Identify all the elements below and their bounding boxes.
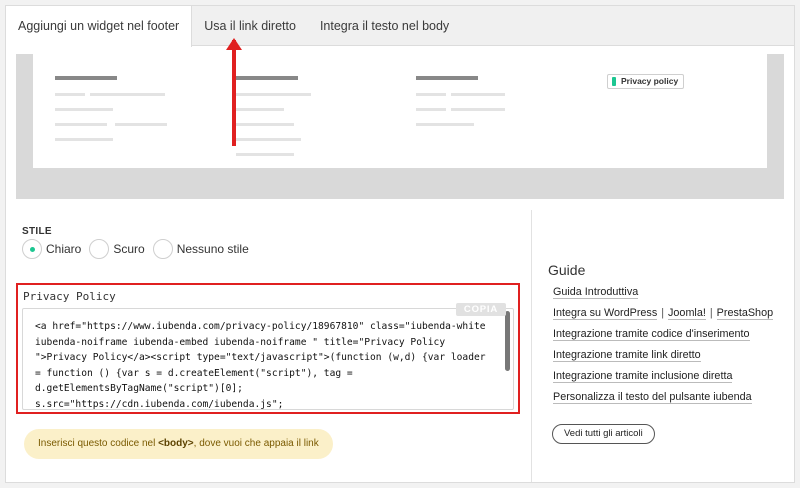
preview-text-line (236, 153, 294, 156)
preview-heading-line (416, 76, 478, 80)
guide-link-joomla[interactable]: Joomla! (668, 307, 706, 320)
guide-item: Integrazione tramite link diretto (553, 345, 773, 366)
preview-text-line (55, 108, 113, 111)
iubenda-logo-icon (611, 77, 617, 86)
annotation-arrow (232, 40, 236, 146)
style-label: STILE (22, 226, 52, 237)
preview-text-line (416, 93, 446, 96)
style-option-nessuno[interactable]: Nessuno stile (152, 239, 249, 259)
preview-text-line (451, 93, 505, 96)
guide-separator: | (709, 307, 713, 319)
privacy-policy-badge: Privacy policy (607, 74, 685, 89)
preview-page: Privacy policy (33, 54, 767, 168)
guide-item: Integrazione tramite codice d'inseriment… (553, 324, 773, 345)
integration-panel: Aggiungi un widget nel footer Usa il lin… (5, 5, 795, 483)
guide-link-embed-code[interactable]: Integrazione tramite codice d'inseriment… (553, 328, 750, 341)
guide-link-direct-inclusion[interactable]: Integrazione tramite inclusione diretta (553, 370, 733, 383)
radio-circle[interactable] (22, 239, 42, 259)
radio-circle[interactable] (89, 239, 110, 259)
preview-text-line (416, 123, 474, 126)
guide-link-prestashop[interactable]: PrestaShop (716, 307, 774, 320)
preview-text-line (115, 123, 167, 126)
hint-body-tag: <body> (158, 438, 194, 449)
style-option-label: Chiaro (46, 242, 82, 256)
preview-text-line (451, 108, 505, 111)
guide-separator: | (661, 307, 665, 319)
style-option-chiaro[interactable]: Chiaro (22, 239, 81, 259)
copy-button[interactable]: COPIA (455, 303, 506, 316)
privacy-policy-badge-label: Privacy policy (621, 76, 679, 86)
preview-heading-line (236, 76, 298, 80)
embed-code-content[interactable]: <a href="https://www.iubenda.com/privacy… (35, 319, 501, 409)
preview-text-line (55, 138, 113, 141)
hint-text-before: Inserisci questo codice nel (38, 438, 159, 449)
guide-item: Integra su WordPress | Joomla! | PrestaShop (553, 303, 774, 324)
tab-direct-link[interactable]: Usa il link diretto (192, 6, 308, 46)
preview-text-line (236, 123, 294, 126)
footer-preview: Privacy policy (16, 54, 784, 199)
preview-text-line (55, 123, 107, 126)
guide-link-customize-button[interactable]: Personalizza il testo del pulsante iuben… (553, 391, 752, 404)
guide-link-direct-link[interactable]: Integrazione tramite link diretto (553, 349, 701, 362)
guide-link-wordpress[interactable]: Integra su WordPress (553, 307, 658, 320)
hint-text-after: , dove vuoi che appaia il link (193, 438, 319, 449)
preview-text-line (416, 108, 446, 111)
preview-text-line (236, 138, 301, 141)
guide-list: Guida Introduttiva Integra su WordPress |… (553, 282, 774, 408)
embed-code-title: Privacy Policy (23, 290, 116, 303)
style-option-scuro[interactable]: Scuro (89, 239, 145, 259)
preview-heading-line (55, 76, 117, 80)
placement-hint: Inserisci questo codice nel <body>, dove… (24, 429, 333, 459)
column-divider (531, 210, 532, 482)
guide-item: Integrazione tramite inclusione diretta (553, 366, 773, 387)
all-articles-button[interactable]: Vedi tutti gli articoli (552, 424, 655, 444)
embed-code-textarea[interactable]: <a href="https://www.iubenda.com/privacy… (22, 308, 514, 410)
style-option-label: Scuro (113, 242, 145, 256)
preview-text-line (55, 93, 85, 96)
embed-code-box: Privacy Policy <a href="https://www.iube… (16, 283, 520, 414)
style-option-label: Nessuno stile (176, 242, 249, 256)
guide-link-intro[interactable]: Guida Introduttiva (553, 286, 639, 299)
preview-text-line (90, 93, 165, 96)
style-options: Chiaro Scuro Nessuno stile (22, 239, 257, 259)
tab-footer-widget[interactable]: Aggiungi un widget nel footer (6, 6, 193, 47)
tab-bar: Aggiungi un widget nel footer Usa il lin… (6, 6, 794, 47)
guide-item: Personalizza il testo del pulsante iuben… (553, 387, 773, 408)
guide-title: Guide (548, 262, 586, 278)
radio-circle[interactable] (152, 239, 173, 259)
code-scrollbar[interactable] (505, 311, 510, 371)
tab-body-text[interactable]: Integra il testo nel body (308, 6, 461, 46)
preview-text-line (236, 108, 284, 111)
preview-text-line (236, 93, 311, 96)
guide-item: Guida Introduttiva (553, 282, 773, 303)
